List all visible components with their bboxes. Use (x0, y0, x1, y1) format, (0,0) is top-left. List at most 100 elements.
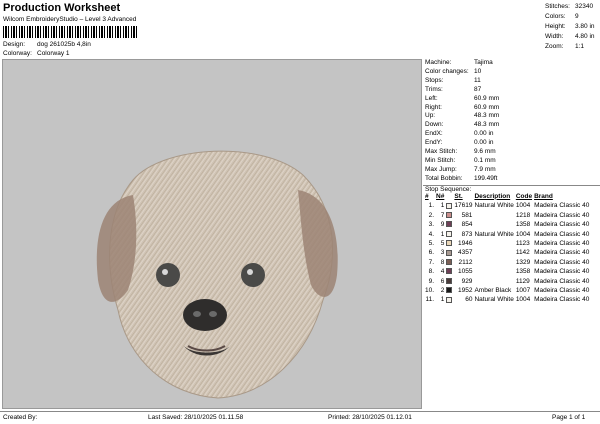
row-description (474, 239, 515, 248)
stat-width: Width: 4.80 in (545, 33, 595, 40)
row-code: 1004 (515, 296, 531, 304)
thread-color-swatch (446, 268, 453, 275)
colorway-value: Colorway 1 (37, 50, 70, 57)
row-brand: Madeira Classic 40 (534, 296, 590, 304)
row-stitches: 854 (461, 221, 473, 229)
info-up: Up: 48.3 mm (425, 112, 500, 120)
row-description (474, 211, 515, 220)
design-preview (2, 59, 422, 409)
row-description (474, 277, 515, 286)
color-swatch (446, 277, 454, 286)
col-code: Code (515, 192, 533, 200)
col-needle: N# (436, 192, 445, 200)
info-trims: Trims: 87 (425, 85, 482, 93)
info-max-stitch: Max Stitch: 9.6 mm (425, 148, 496, 156)
row-needle: 3 (440, 249, 445, 257)
row-index: 10. (425, 286, 435, 294)
barcode (3, 26, 139, 38)
row-description (474, 248, 515, 257)
stop-sequence-table: # N# St. Description Code Brand 1. 1 17619… (425, 193, 591, 305)
row-brand: Madeira Classic 40 (534, 249, 590, 257)
row-brand: Madeira Classic 40 (534, 202, 590, 210)
row-brand: Madeira Classic 40 (534, 230, 590, 238)
color-swatch (446, 258, 454, 267)
machine-info: Machine: Tajima Color changes: 10 Stops: 11… (423, 59, 600, 184)
stat-height: Height: 3.80 in (545, 23, 595, 30)
thread-color-swatch (446, 287, 453, 294)
row-index: 6. (428, 249, 435, 257)
colorway-label: Colorway: (3, 50, 32, 57)
stitch-info-panel: Machine: Tajima Color changes: 10 Stops: 11… (423, 59, 600, 409)
stat-zoom: Zoom: 1:1 (545, 43, 585, 50)
footer: Created By: Last Saved: 28/10/2025 01.11… (0, 411, 600, 424)
row-needle: 8 (440, 258, 445, 266)
row-needle: 7 (440, 211, 445, 219)
row-stitches: 4357 (457, 249, 473, 257)
row-code: 1007 (515, 286, 531, 294)
info-stops: Stops: 11 (425, 76, 481, 84)
row-stitches: 2112 (458, 258, 473, 266)
table-row: 5. 5 1946 1123 Madeira Classic 40 (425, 239, 591, 248)
printed-date: Printed: 28/10/2025 01.12.01 (328, 414, 412, 421)
color-swatch (446, 230, 454, 239)
row-code: 1358 (515, 268, 531, 276)
info-right: Right: 60.9 mm (425, 103, 500, 111)
stop-sequence-title: Stop Sequence: (423, 184, 600, 193)
row-index: 7. (428, 258, 435, 266)
row-description: Natural White (474, 296, 514, 304)
thread-color-swatch (446, 277, 453, 284)
page-title: Production Worksheet (3, 2, 121, 14)
row-needle: 1 (440, 230, 445, 238)
row-code: 1004 (515, 202, 531, 210)
thread-color-swatch (446, 240, 453, 247)
row-needle: 6 (440, 277, 445, 285)
row-description: Natural White (474, 202, 514, 210)
color-swatch (446, 220, 454, 229)
header-stats: Stitches: 32340 Colors: 9 Height: 3.80 in W… (545, 2, 595, 52)
table-row: 9. 6 929 1129 Madeira Classic 40 (425, 277, 591, 286)
row-code: 1218 (515, 211, 531, 219)
design-row: Design: dog 261025b 4,8in (3, 41, 91, 48)
thread-color-swatch (446, 296, 453, 303)
color-swatch (446, 286, 454, 295)
row-index: 3. (428, 221, 435, 229)
row-brand: Madeira Classic 40 (534, 221, 590, 229)
thread-color-swatch (446, 249, 453, 256)
thread-color-swatch (446, 202, 453, 209)
row-brand: Madeira Classic 40 (534, 268, 590, 276)
table-row: 2. 7 581 1218 Madeira Classic 40 (425, 211, 591, 220)
row-code: 1329 (515, 258, 531, 266)
row-index: 5. (428, 239, 435, 247)
info-endx: EndX: 0.00 in (425, 130, 494, 138)
col-description: Description (474, 192, 511, 200)
row-needle: 5 (440, 239, 445, 247)
row-brand: Madeira Classic 40 (534, 258, 590, 266)
thread-color-swatch (446, 230, 453, 237)
table-row: 3. 9 854 1358 Madeira Classic 40 (425, 220, 591, 229)
created-by: Created By: (3, 414, 38, 421)
row-index: 2. (428, 211, 435, 219)
stat-stitches: Stitches: 32340 (545, 3, 594, 10)
stat-colors: Colors: 9 (545, 13, 579, 20)
col-brand: Brand (534, 192, 553, 200)
col-swatch (446, 193, 454, 202)
row-description (474, 220, 515, 229)
row-description: Natural White (474, 230, 514, 238)
table-row: 1. 1 17619 Natural White 1004 Madeira Classic… (425, 201, 591, 210)
row-code: 1142 (515, 249, 530, 257)
col-stitches: St. (454, 192, 463, 200)
row-brand: Madeira Classic 40 (534, 239, 590, 247)
row-index: 9. (428, 277, 435, 285)
row-stitches: 17619 (454, 202, 473, 210)
row-index: 1. (428, 202, 435, 210)
row-code: 1129 (515, 277, 530, 285)
row-stitches: 1952 (457, 286, 473, 294)
last-saved: Last Saved: 28/10/2025 01.11.58 (148, 414, 244, 421)
info-down: Down: 48.3 mm (425, 121, 500, 129)
row-description (474, 267, 515, 276)
table-row: 6. 3 4357 1142 Madeira Classic 40 (425, 248, 591, 257)
color-swatch (446, 211, 454, 220)
row-brand: Madeira Classic 40 (534, 211, 590, 219)
row-needle: 4 (440, 268, 445, 276)
row-description: Amber Black (474, 286, 512, 294)
